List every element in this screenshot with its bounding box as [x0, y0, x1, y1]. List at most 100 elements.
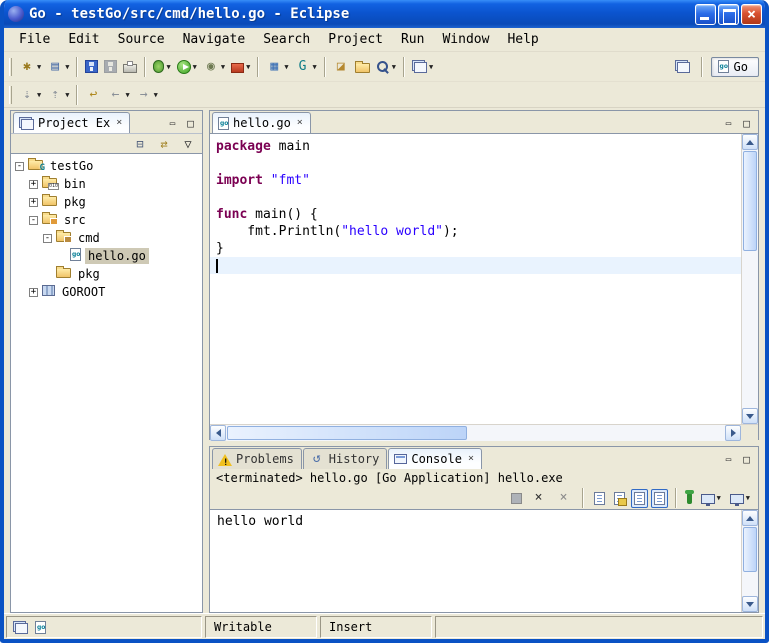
- tab-project-explorer[interactable]: Project Ex ×: [13, 112, 130, 133]
- minimize-editor-button[interactable]: [721, 117, 736, 130]
- show-stdout-button[interactable]: [631, 489, 648, 508]
- code-line-5[interactable]: func main() {: [210, 206, 741, 223]
- expand-expander-icon[interactable]: +: [29, 288, 38, 297]
- menu-source[interactable]: Source: [109, 29, 174, 50]
- fast-view-icon[interactable]: [13, 621, 28, 634]
- menu-help[interactable]: Help: [498, 29, 547, 50]
- code-line-1[interactable]: package main: [210, 138, 741, 155]
- close-icon[interactable]: ×: [297, 118, 303, 128]
- search-dropdown-arrow[interactable]: ▼: [392, 63, 396, 71]
- new-wizard-button[interactable]: ✱▼: [16, 56, 44, 78]
- tree-item-src[interactable]: -src: [11, 211, 202, 229]
- scroll-left-button[interactable]: [210, 425, 226, 441]
- tree-item-hello-go[interactable]: hello.go: [11, 247, 202, 265]
- go-status-icon[interactable]: [35, 621, 46, 634]
- show-stderr-button[interactable]: [651, 489, 668, 508]
- scrollbar-track[interactable]: [226, 425, 725, 441]
- scroll-right-button[interactable]: [725, 425, 741, 441]
- menu-edit[interactable]: Edit: [59, 29, 108, 50]
- scroll-down-button[interactable]: [742, 596, 758, 612]
- new-go-package-dropdown-arrow[interactable]: ▼: [284, 63, 288, 71]
- tree-item-bin[interactable]: +bin: [11, 175, 202, 193]
- display-console-dropdown-arrow[interactable]: ▼: [717, 494, 721, 502]
- minimize-console-button[interactable]: [721, 453, 736, 466]
- open-perspective-toolbar-dropdown-arrow[interactable]: ▼: [429, 63, 433, 71]
- scroll-lock-button[interactable]: [611, 489, 628, 508]
- maximize-view-button[interactable]: [183, 117, 198, 130]
- project-tree[interactable]: -testGo+bin+pkg-src-cmdhello.gopkg+GOROO…: [11, 153, 202, 612]
- collapse-expander-icon[interactable]: -: [43, 234, 52, 243]
- run-button[interactable]: ▼: [174, 57, 200, 77]
- open-resource-button[interactable]: [352, 57, 373, 76]
- open-perspective-toolbar-button[interactable]: ▼: [409, 57, 436, 76]
- code-area[interactable]: package main import "fmt" func main() { fm…: [210, 134, 741, 424]
- menu-project[interactable]: Project: [319, 29, 392, 50]
- external-tools-dropdown-arrow[interactable]: ▼: [246, 63, 250, 71]
- editor-horizontal-scrollbar[interactable]: [210, 424, 758, 441]
- open-perspective-button[interactable]: [672, 57, 693, 76]
- code-line-7[interactable]: }: [210, 240, 741, 257]
- collapse-expander-icon[interactable]: -: [29, 216, 38, 225]
- print-button[interactable]: [120, 57, 140, 76]
- minimize-button[interactable]: [695, 4, 716, 25]
- open-console-dropdown-arrow[interactable]: ▼: [746, 494, 750, 502]
- forward-dropdown-arrow[interactable]: ▼: [154, 91, 158, 99]
- tab-console[interactable]: Console×: [388, 448, 482, 469]
- maximize-editor-button[interactable]: [739, 117, 754, 130]
- run-last-button[interactable]: ◉▼: [200, 56, 228, 78]
- code-line-3[interactable]: import "fmt": [210, 172, 741, 189]
- console-output[interactable]: hello world: [210, 510, 741, 612]
- remove-all-launches-button[interactable]: ×: [553, 487, 575, 509]
- link-with-editor-button[interactable]: ⇄: [153, 133, 175, 155]
- scroll-up-button[interactable]: [742, 134, 758, 150]
- external-tools-button[interactable]: ▼: [228, 57, 253, 76]
- go-perspective-button[interactable]: Go: [711, 57, 759, 77]
- search-button[interactable]: ▼: [373, 57, 399, 77]
- back-button[interactable]: ←▼: [104, 84, 132, 106]
- run-dropdown-arrow[interactable]: ▼: [193, 63, 197, 71]
- minimize-view-button[interactable]: [165, 117, 180, 130]
- debug-button[interactable]: ▼: [150, 57, 173, 76]
- menu-navigate[interactable]: Navigate: [174, 29, 255, 50]
- tree-item-pkg[interactable]: +pkg: [11, 193, 202, 211]
- menu-window[interactable]: Window: [433, 29, 498, 50]
- maximize-button[interactable]: [718, 4, 739, 25]
- forward-button[interactable]: →▼: [133, 84, 161, 106]
- menu-run[interactable]: Run: [392, 29, 433, 50]
- code-line-8[interactable]: [210, 257, 741, 274]
- previous-annotation-button[interactable]: ⇡▼: [44, 84, 72, 106]
- editor-vertical-scrollbar[interactable]: [741, 134, 758, 424]
- next-annotation-button[interactable]: ⇣▼: [16, 84, 44, 106]
- code-line-4[interactable]: [210, 189, 741, 206]
- expand-expander-icon[interactable]: +: [29, 198, 38, 207]
- menu-file[interactable]: File: [10, 29, 59, 50]
- scrollbar-thumb[interactable]: [227, 426, 467, 440]
- build-project-button[interactable]: ◪: [330, 56, 352, 78]
- tab-history[interactable]: ↺History: [303, 448, 388, 469]
- scrollbar-track[interactable]: [742, 150, 758, 408]
- tree-item-testgo[interactable]: -testGo: [11, 157, 202, 175]
- scroll-down-button[interactable]: [742, 408, 758, 424]
- debug-dropdown-arrow[interactable]: ▼: [166, 63, 170, 71]
- collapse-expander-icon[interactable]: -: [15, 162, 24, 171]
- expand-expander-icon[interactable]: +: [29, 180, 38, 189]
- new-project-button[interactable]: ▤▼: [44, 56, 72, 78]
- tree-item-cmd[interactable]: -cmd: [11, 229, 202, 247]
- scrollbar-thumb[interactable]: [743, 527, 757, 572]
- menu-search[interactable]: Search: [254, 29, 319, 50]
- code-line-2[interactable]: [210, 155, 741, 172]
- new-go-element-dropdown-arrow[interactable]: ▼: [313, 63, 317, 71]
- close-icon[interactable]: ×: [468, 454, 474, 464]
- scroll-up-button[interactable]: [742, 510, 758, 526]
- new-project-dropdown-arrow[interactable]: ▼: [65, 63, 69, 71]
- scrollbar-track[interactable]: [742, 526, 758, 596]
- code-line-6[interactable]: fmt.Println("hello world");: [210, 223, 741, 240]
- save-all-button[interactable]: [101, 57, 120, 76]
- collapse-all-button[interactable]: ⊟: [129, 133, 151, 155]
- new-wizard-dropdown-arrow[interactable]: ▼: [37, 63, 41, 71]
- terminate-button[interactable]: [508, 490, 525, 507]
- close-button[interactable]: [741, 4, 762, 25]
- new-go-element-button[interactable]: G▼: [292, 56, 320, 78]
- tab-problems[interactable]: Problems: [212, 448, 302, 469]
- save-button[interactable]: [82, 57, 101, 76]
